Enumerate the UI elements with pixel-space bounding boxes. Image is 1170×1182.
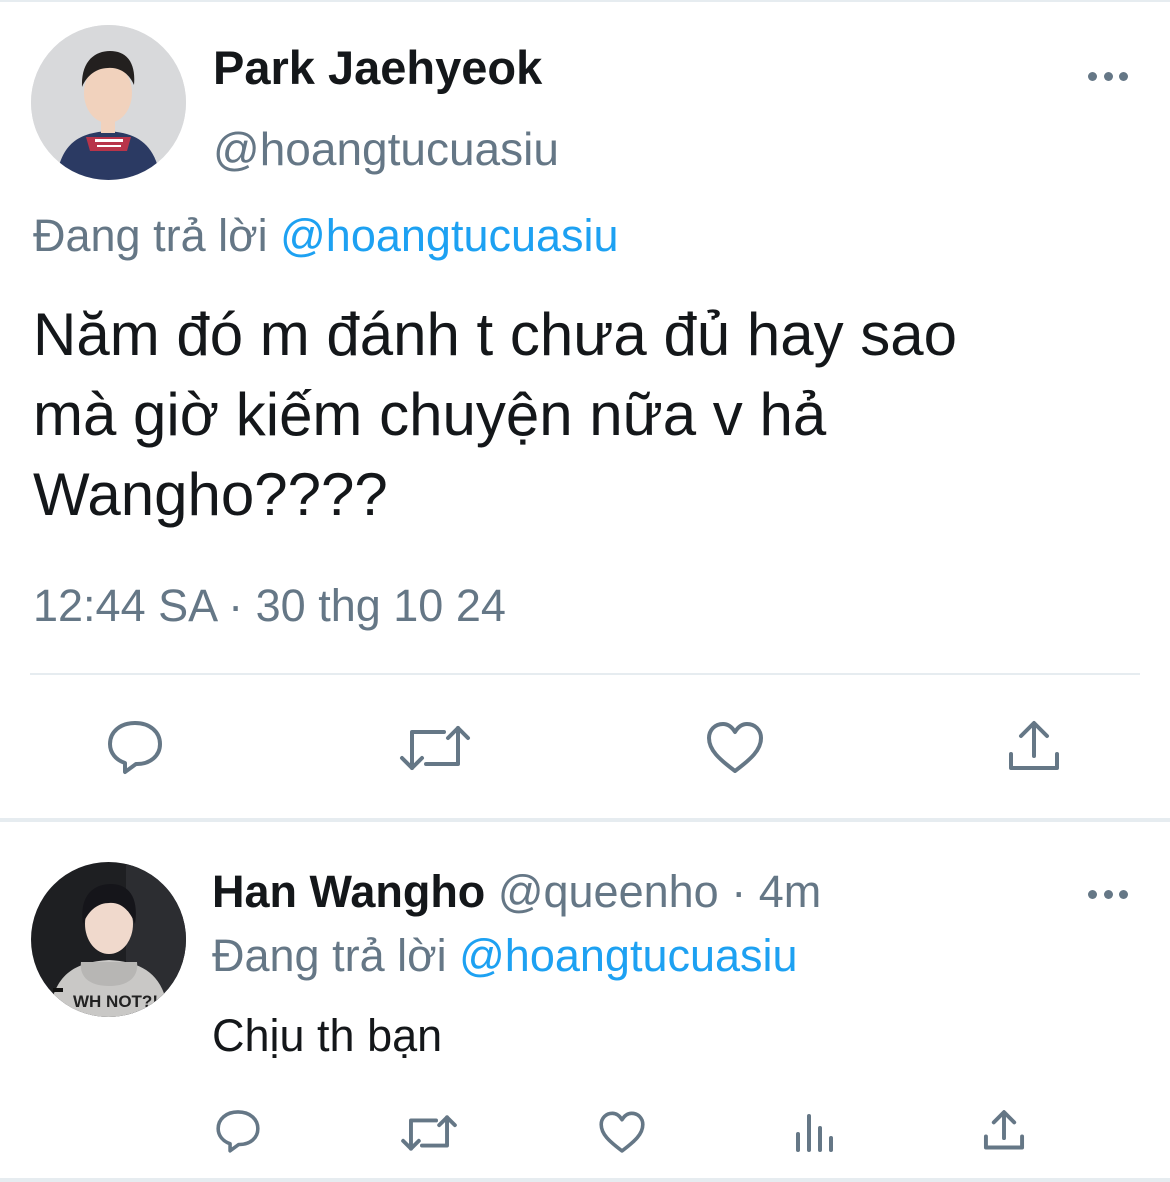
replying-label: Đang trả lời [33,210,268,261]
analytics-icon[interactable] [792,1110,836,1154]
tweet-text: Năm đó m đánh t chưa đủ hay sao mà giờ k… [33,301,958,528]
reply-mention-link[interactable]: @hoangtucuasiu [459,930,797,981]
reply-time-separator: · [731,866,747,917]
reply-icon[interactable] [105,718,165,776]
section-divider [0,818,1170,822]
share-icon[interactable] [982,1108,1026,1154]
svg-text:WH NOT?!: WH NOT?! [73,992,158,1011]
divider [30,673,1140,675]
reply-replying-label: Đang trả lời [212,930,447,981]
reply-avatar[interactable]: WH NOT?! [31,862,186,1017]
top-divider [0,0,1170,2]
more-options-icon[interactable] [1088,68,1128,84]
like-icon[interactable] [598,1110,646,1155]
tweet-timestamp[interactable]: 12:44 SA · 30 thg 10 24 [33,580,506,632]
share-icon[interactable] [1006,718,1062,776]
reply-header: Han Wangho @queenho · 4m [212,866,821,918]
display-name[interactable]: Park Jaehyeok [213,40,542,95]
mention-link[interactable]: @hoangtucuasiu [280,210,618,261]
reply-display-name[interactable]: Han Wangho [212,866,485,917]
reply-tweet-text: Chịu th bạn [212,1010,443,1061]
reply-user-handle[interactable]: @queenho [498,866,719,917]
reply-icon[interactable] [214,1108,262,1154]
retweet-icon[interactable] [400,1112,458,1154]
reply-replying-to-line: Đang trả lời @hoangtucuasiu [212,930,798,982]
user-handle[interactable]: @hoangtucuasiu [213,122,559,176]
retweet-icon[interactable] [398,722,472,774]
more-options-icon[interactable] [1088,886,1128,902]
avatar[interactable] [31,25,186,180]
like-icon[interactable] [705,720,765,776]
replying-to-line: Đang trả lời @hoangtucuasiu [33,210,619,262]
bottom-divider [0,1178,1170,1182]
reply-age[interactable]: 4m [759,866,822,917]
